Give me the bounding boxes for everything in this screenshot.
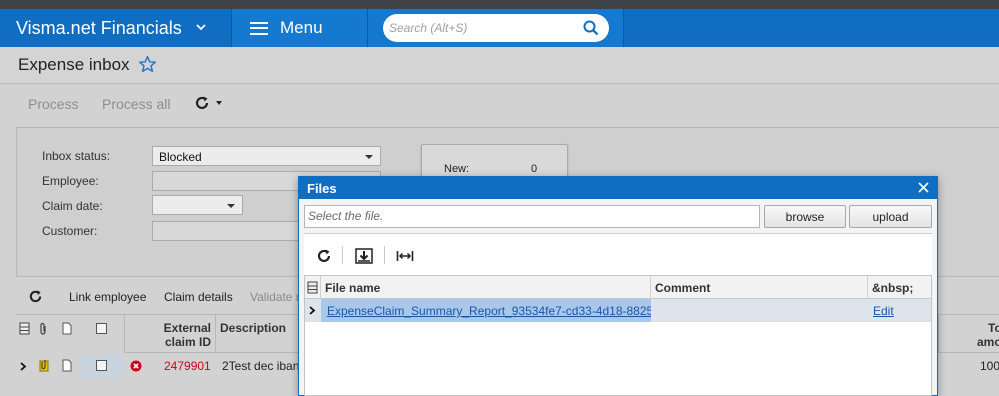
browse-button[interactable]: browse [764, 205, 846, 228]
files-table-header: File name Comment &nbsp; [305, 276, 931, 299]
file-name-cell[interactable]: ExpenseClaim_Summary_Report_93534fe7-cd3… [321, 299, 651, 322]
process-all-button[interactable]: Process all [102, 96, 170, 112]
row-settings-icon[interactable] [19, 322, 30, 335]
refresh-icon[interactable] [28, 289, 43, 304]
column-settings-cell[interactable] [305, 276, 321, 299]
search-box [383, 14, 609, 42]
customer-label: Customer: [42, 224, 98, 238]
caret-down-icon [216, 101, 222, 105]
files-table: File name Comment &nbsp; ExpenseClaim_Su… [304, 275, 932, 396]
new-count-label: New: [444, 163, 470, 175]
app-switcher[interactable]: Visma.net Financials [0, 9, 231, 47]
row-expand-icon[interactable] [20, 362, 27, 371]
download-icon[interactable] [354, 246, 374, 266]
page-header: Expense inbox [0, 47, 999, 84]
amount-cell: 100. [980, 359, 999, 373]
attachment-icon[interactable] [39, 359, 49, 372]
inbox-status-select[interactable]: Blocked [152, 146, 381, 166]
comment-cell[interactable] [651, 299, 868, 322]
window-top-strip [0, 0, 999, 9]
comment-header[interactable]: Comment [651, 276, 868, 299]
actions-header: &nbsp; [872, 281, 914, 295]
search-input[interactable] [389, 18, 579, 38]
file-name-link[interactable]: ExpenseClaim_Summary_Report_93534fe7-cd3… [327, 304, 651, 318]
page-title: Expense inbox [18, 55, 130, 74]
toolbar-separator [384, 246, 385, 264]
select-all-checkbox[interactable] [96, 323, 107, 334]
note-icon[interactable] [62, 359, 72, 372]
file-path-field [304, 205, 760, 228]
toolbar-separator [342, 246, 343, 264]
files-toolbar [304, 233, 932, 277]
close-icon[interactable] [916, 180, 931, 195]
row-checkbox[interactable] [96, 360, 107, 371]
total-header-line2: amo [977, 335, 999, 349]
refresh-icon [195, 96, 209, 110]
app-name: Visma.net Financials [16, 17, 182, 38]
fit-width-icon[interactable] [395, 246, 415, 266]
link-employee-button[interactable]: Link employee [69, 290, 146, 304]
claim-date-label: Claim date: [42, 199, 103, 213]
edit-cell: Edit [873, 299, 894, 322]
chevron-down-icon [196, 22, 206, 34]
table-row[interactable]: ExpenseClaim_Summary_Report_93534fe7-cd3… [305, 299, 931, 322]
dialog-header: Files [299, 177, 937, 199]
menu-label: Menu [280, 18, 323, 37]
file-path-input[interactable] [308, 209, 748, 223]
search-icon[interactable] [583, 20, 599, 36]
dialog-title: Files [307, 181, 337, 196]
external-claim-id-header[interactable]: External claim ID [124, 315, 215, 353]
inbox-status-label: Inbox status: [42, 149, 111, 163]
paperclip-icon [40, 322, 46, 335]
error-icon [130, 360, 142, 372]
search-area [368, 9, 624, 47]
note-icon [62, 322, 72, 335]
hamburger-icon [250, 21, 268, 35]
new-count-value: 0 [531, 163, 538, 175]
file-name-header[interactable]: File name [321, 276, 651, 299]
upload-button[interactable]: upload [849, 205, 932, 228]
description-header[interactable]: Description [215, 315, 305, 353]
total-amount-header[interactable]: To amo [938, 315, 999, 353]
refresh-icon[interactable] [314, 246, 334, 266]
row-settings-icon [307, 281, 318, 294]
claim-date-select[interactable] [152, 195, 243, 215]
process-button[interactable]: Process [28, 96, 79, 112]
star-icon[interactable] [138, 55, 157, 74]
claim-id-cell: 2479901 [164, 359, 211, 373]
dropdown-arrow-icon [365, 155, 373, 159]
page-toolbar: Process Process all [0, 84, 999, 122]
employee-label: Employee: [42, 174, 99, 188]
total-header-line1: To [988, 321, 999, 335]
edit-link[interactable]: Edit [873, 304, 894, 318]
menu-button[interactable]: Menu [231, 9, 368, 47]
external-claim-id-header-line1: External [163, 321, 211, 335]
refresh-dropdown-button[interactable] [194, 94, 224, 112]
description-cell: 2Test dec iban [222, 359, 300, 373]
claim-details-button[interactable]: Claim details [164, 290, 233, 304]
dropdown-arrow-icon [227, 204, 235, 208]
files-dialog: Files browse upload [298, 176, 938, 396]
row-expand-icon[interactable] [309, 306, 316, 315]
external-claim-id-header-line2: claim ID [164, 335, 211, 349]
app-bar: Visma.net Financials Menu [0, 9, 999, 47]
inbox-status-value: Blocked [159, 150, 202, 164]
